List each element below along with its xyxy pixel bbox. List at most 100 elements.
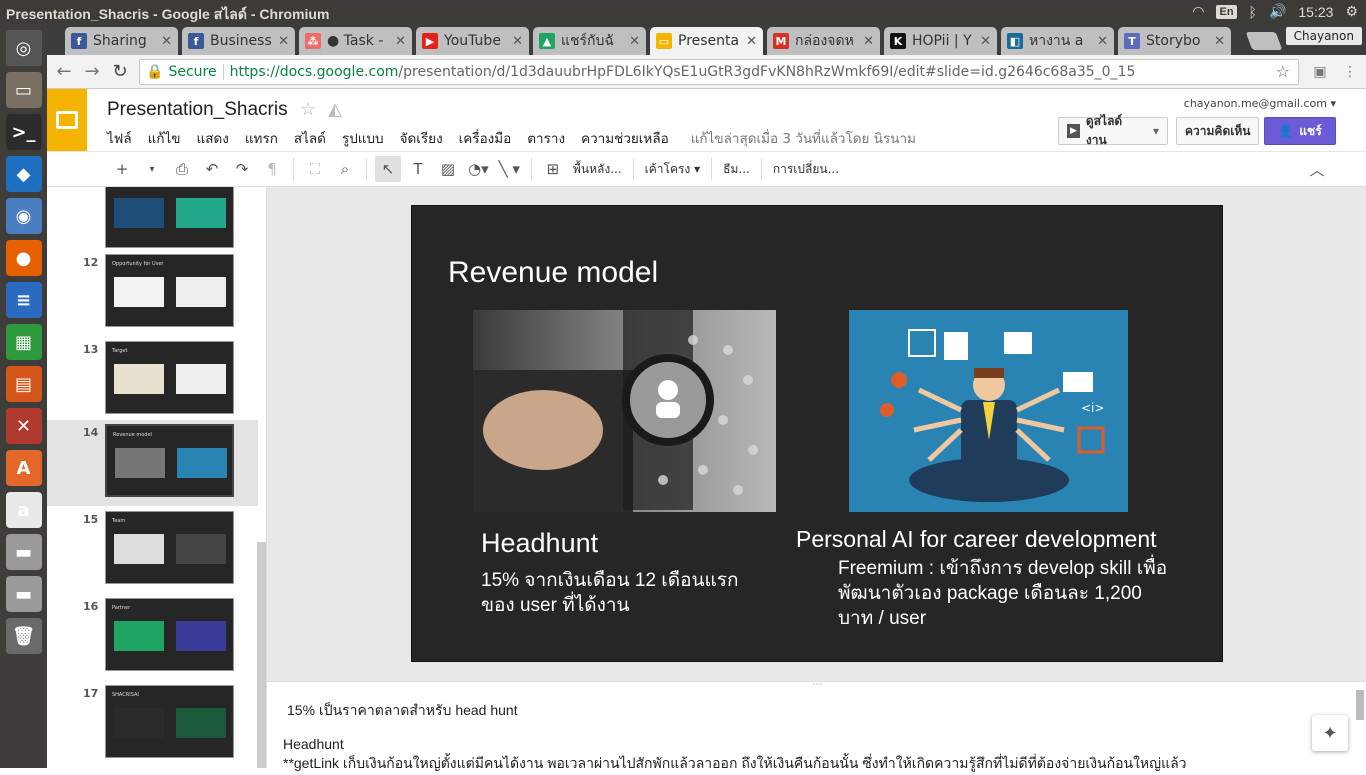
- browser-tab[interactable]: ◧ หางาน a ✕: [1001, 27, 1114, 55]
- clock[interactable]: 15:23: [1298, 4, 1333, 20]
- software-center-icon[interactable]: A: [5, 450, 42, 486]
- print-icon[interactable]: ⎙: [169, 156, 195, 182]
- firefox-icon[interactable]: ●: [5, 240, 42, 276]
- menu-item[interactable]: จัดเรียง: [400, 127, 443, 149]
- secure-indicator[interactable]: 🔒 Secure: [146, 64, 217, 80]
- volume-icon[interactable]: 🔊: [1269, 3, 1286, 20]
- slide-thumbnail[interactable]: SHACRISAI: [105, 685, 234, 758]
- slide-thumbnail[interactable]: Target: [105, 341, 234, 414]
- trash-icon[interactable]: 🗑: [5, 618, 42, 654]
- menu-item[interactable]: สไลด์: [294, 127, 326, 149]
- browser-tab[interactable]: f Sharing ✕: [65, 27, 178, 55]
- menu-item[interactable]: ไฟล์: [107, 127, 132, 149]
- menu-item[interactable]: แทรก: [245, 127, 278, 149]
- layout-button[interactable]: เค้าโครง ▾: [642, 156, 704, 182]
- headhunt-magnifier-image[interactable]: [473, 310, 776, 512]
- drive-icon-2[interactable]: ▬: [5, 576, 42, 612]
- amazon-icon[interactable]: a: [5, 492, 42, 528]
- slide-thumbnail[interactable]: [105, 187, 234, 248]
- speaker-notes[interactable]: ⋯ 15% เป็นราคาตลาดสำหรับ head hunt Headh…: [267, 679, 1366, 771]
- personal-ai-illustration-image[interactable]: <i>: [849, 310, 1128, 512]
- tab-close-icon[interactable]: ✕: [629, 34, 640, 49]
- browser-tab[interactable]: ▲ แชร์กับฉั ✕: [533, 27, 646, 55]
- menu-item[interactable]: แก้ไข: [148, 127, 181, 149]
- chrome-menu-icon[interactable]: ⋮: [1339, 61, 1361, 83]
- last-edit-link[interactable]: แก้ไขล่าสุดเมื่อ 3 วันที่แล้วโดย นิรนาม: [691, 127, 916, 149]
- reload-button[interactable]: ↻: [109, 61, 131, 83]
- menu-item[interactable]: ความช่วยเหลือ: [581, 127, 669, 149]
- headhunt-body[interactable]: 15% จากเงินเดือน 12 เดือนแรกของ user ที่…: [481, 568, 751, 618]
- menu-item[interactable]: เครื่องมือ: [459, 127, 512, 149]
- new-slide-dropdown-icon[interactable]: ▾: [139, 156, 165, 182]
- power-gear-icon[interactable]: ⚙: [1345, 3, 1358, 20]
- account-email[interactable]: chayanon.me@gmail.com ▾: [1184, 97, 1336, 110]
- calc-icon[interactable]: ▦: [5, 324, 42, 360]
- browser-tab[interactable]: ▭ Presenta ✕: [650, 27, 763, 55]
- bluetooth-icon[interactable]: ᛒ: [1249, 4, 1257, 20]
- tab-close-icon[interactable]: ✕: [980, 34, 991, 49]
- tab-close-icon[interactable]: ✕: [161, 34, 172, 49]
- browser-tab[interactable]: ⁂ ● Task - ✕: [299, 27, 412, 55]
- zoom-fit-icon[interactable]: ⛶: [302, 156, 328, 182]
- redo-icon[interactable]: ↷: [229, 156, 255, 182]
- settings-icon[interactable]: ✕: [5, 408, 42, 444]
- explore-button[interactable]: ✦: [1312, 715, 1348, 751]
- comments-button[interactable]: ความคิดเห็น: [1176, 117, 1260, 145]
- personal-ai-body[interactable]: Freemium : เข้าถึงการ develop skill เพื่…: [838, 556, 1168, 631]
- new-tab-button[interactable]: [1245, 32, 1283, 50]
- tab-close-icon[interactable]: ✕: [863, 34, 874, 49]
- keyboard-layout-indicator[interactable]: En: [1216, 4, 1237, 19]
- paint-format-icon[interactable]: ¶: [259, 156, 285, 182]
- slide-thumbnail-row[interactable]: 17 SHACRISAI: [47, 681, 258, 767]
- slide-thumbnail-row[interactable]: 15 Team: [47, 507, 258, 593]
- terminal-icon[interactable]: >_: [5, 114, 42, 150]
- notes-resize-handle[interactable]: ⋯: [812, 679, 822, 690]
- browser-tab[interactable]: f Business ✕: [182, 27, 295, 55]
- text-box-icon[interactable]: T: [405, 156, 431, 182]
- slide-thumbnail-row[interactable]: 14 Revenue model: [47, 420, 258, 506]
- slide-thumbnail[interactable]: Opportunity for User: [105, 254, 234, 327]
- browser-tab[interactable]: T Storybo ✕: [1118, 27, 1231, 55]
- writer-icon[interactable]: ≡: [5, 282, 42, 318]
- extension-icon[interactable]: ▣: [1309, 61, 1331, 83]
- profile-button[interactable]: Chayanon: [1285, 27, 1362, 45]
- browser-tab[interactable]: ▶ YouTube ✕: [416, 27, 529, 55]
- current-slide[interactable]: Revenue model <i> Headhunt 15% จากเงินเด…: [411, 205, 1223, 662]
- theme-button[interactable]: ธีม...: [720, 156, 753, 182]
- zoom-icon[interactable]: ⌕: [332, 156, 358, 182]
- share-button[interactable]: 👤 แชร์: [1264, 117, 1336, 145]
- filmstrip-scrollbar[interactable]: [257, 542, 266, 768]
- wifi-icon[interactable]: ◠: [1192, 3, 1204, 20]
- chromium-icon[interactable]: ◉: [5, 198, 42, 234]
- slide-title[interactable]: Revenue model: [448, 256, 658, 290]
- menu-item[interactable]: ตาราง: [527, 127, 565, 149]
- vscode-icon[interactable]: ◆: [5, 156, 42, 192]
- tab-close-icon[interactable]: ✕: [1097, 34, 1108, 49]
- slides-logo-icon[interactable]: [47, 89, 87, 151]
- move-to-folder-icon[interactable]: ◭: [328, 99, 342, 120]
- forward-button[interactable]: →: [81, 61, 103, 83]
- slide-thumbnail-row[interactable]: 13 Target: [47, 337, 258, 423]
- slide-thumbnail-row[interactable]: 12 Opportunity for User: [47, 250, 258, 336]
- back-button[interactable]: ←: [53, 61, 75, 83]
- slide-thumbnail[interactable]: Partner: [105, 598, 234, 671]
- slide-thumbnail-row[interactable]: [47, 187, 258, 257]
- menu-item[interactable]: รูปแบบ: [342, 127, 384, 149]
- impress-icon[interactable]: ▤: [5, 366, 42, 402]
- browser-tab[interactable]: M กล่องจดห ✕: [767, 27, 880, 55]
- slide-thumbnail[interactable]: Team: [105, 511, 234, 584]
- tab-close-icon[interactable]: ✕: [395, 34, 406, 49]
- ubuntu-dash-icon[interactable]: ◎: [5, 30, 42, 66]
- undo-icon[interactable]: ↶: [199, 156, 225, 182]
- present-button[interactable]: ▶ ดูสไลด์งาน ▾: [1058, 114, 1168, 147]
- personal-ai-heading[interactable]: Personal AI for career development: [796, 526, 1157, 553]
- slide-thumbnail[interactable]: Revenue model: [105, 424, 234, 497]
- bookmark-star-icon[interactable]: ☆: [1276, 62, 1290, 81]
- tab-close-icon[interactable]: ✕: [512, 34, 523, 49]
- transition-button[interactable]: การเปลี่ยน...: [770, 156, 842, 182]
- document-title[interactable]: Presentation_Shacris: [107, 99, 288, 121]
- files-icon[interactable]: ▭: [5, 72, 42, 108]
- chevron-down-icon[interactable]: ▾: [1153, 124, 1159, 138]
- address-bar[interactable]: 🔒 Secure https://docs.google.com/present…: [139, 59, 1299, 85]
- line-icon[interactable]: ╲ ▾: [496, 156, 523, 182]
